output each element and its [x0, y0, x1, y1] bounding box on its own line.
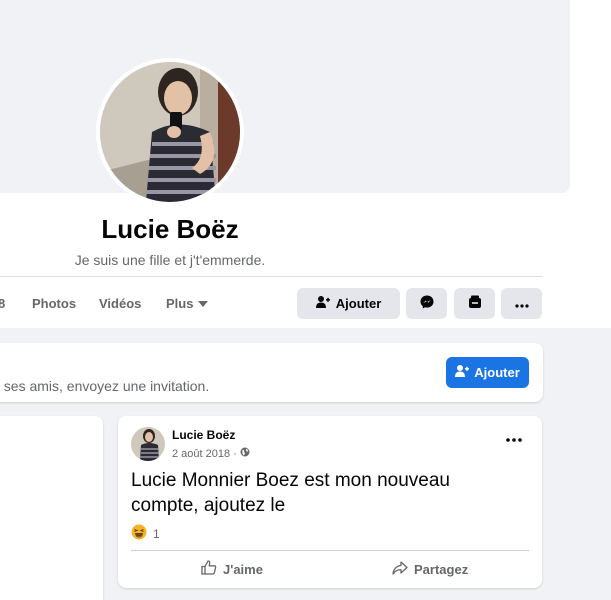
share-button[interactable]: Partagez: [392, 560, 468, 578]
messenger-icon: [420, 295, 434, 312]
more-options-button[interactable]: [501, 288, 542, 319]
add-friend-icon: [315, 296, 330, 311]
like-label: J'aime: [223, 561, 263, 577]
tab-more[interactable]: Plus: [166, 296, 209, 311]
share-label: Partagez: [414, 561, 469, 577]
post-timestamp[interactable]: 2 août 2018 ·: [172, 447, 250, 460]
intro-card: [0, 416, 103, 600]
reaction-count: 1: [153, 526, 160, 541]
block-button[interactable]: [454, 288, 495, 319]
globe-icon: [240, 447, 250, 460]
post-actions-divider: [131, 550, 529, 551]
messenger-button[interactable]: [406, 288, 447, 319]
thumbs-up-icon: [201, 560, 217, 578]
share-arrow-icon: [392, 560, 408, 578]
add-friend-label: Ajouter: [335, 296, 382, 311]
post-options-button[interactable]: [504, 432, 524, 448]
more-horizontal-icon: [514, 296, 529, 311]
add-friend-icon: [455, 365, 470, 380]
post-date-text: 2 août 2018 ·: [172, 447, 237, 460]
invite-add-label: Ajouter: [474, 365, 520, 380]
profile-avatar[interactable]: [100, 62, 240, 202]
header-divider: [0, 276, 542, 277]
tab-videos[interactable]: Vidéos: [99, 296, 141, 311]
caret-down-icon: [198, 301, 209, 307]
tab-cut-off[interactable]: 8: [0, 296, 5, 311]
invite-text: t ses amis, envoyez une invitation.: [0, 378, 210, 394]
add-friend-button[interactable]: Ajouter: [297, 288, 400, 319]
header-gutter: [570, 0, 611, 328]
haha-reaction-icon: [131, 524, 147, 543]
invite-add-button[interactable]: Ajouter: [446, 357, 529, 388]
like-button[interactable]: J'aime: [201, 560, 263, 578]
tab-photos[interactable]: Photos: [32, 296, 76, 311]
post-reactions[interactable]: 1: [131, 524, 160, 543]
post-author-name[interactable]: Lucie Boëz: [172, 428, 235, 442]
cover-photo[interactable]: [0, 0, 570, 193]
tab-more-label: Plus: [166, 296, 194, 311]
profile-bio: Je suis une fille et j't'emmerde.: [74, 252, 266, 268]
block-icon: [468, 295, 482, 312]
post-content: Lucie Monnier Boez est mon nouveau compt…: [131, 470, 450, 516]
profile-name: Lucie Boëz: [101, 214, 239, 244]
post-author-avatar[interactable]: [131, 427, 165, 461]
